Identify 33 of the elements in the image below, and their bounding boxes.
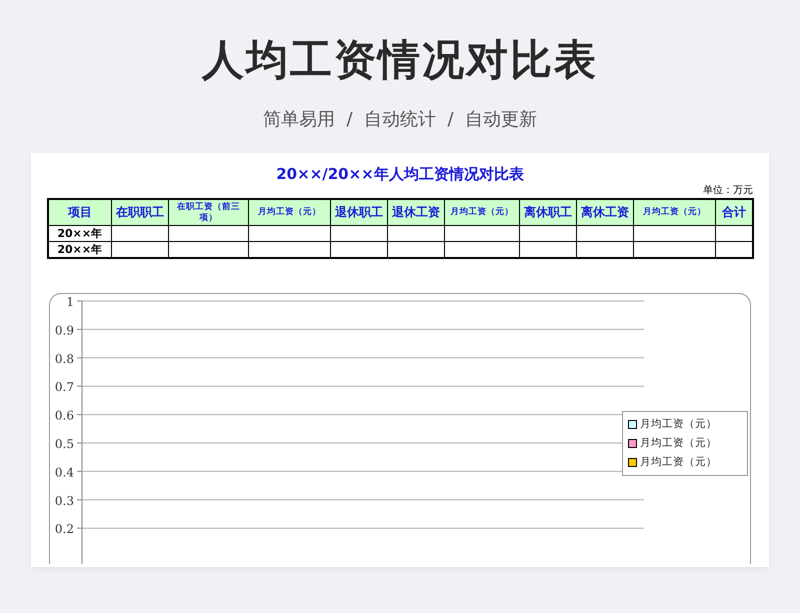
header-cell: 月均工资（元） — [634, 199, 716, 226]
table-cell — [388, 226, 444, 242]
header-cell: 离休工资 — [576, 199, 634, 226]
row-label-cell: 20××年 — [48, 226, 112, 242]
page-subtitle: 简单易用 / 自动统计 / 自动更新 — [263, 108, 537, 132]
table-cell — [520, 226, 576, 242]
y-tick-label: 0.7 — [54, 380, 74, 394]
page-title: 人均工资情况对比表 — [202, 34, 598, 86]
y-tick-label: 0.8 — [54, 352, 74, 366]
header-cell: 合计 — [716, 199, 752, 226]
header-cell: 项目 — [48, 199, 112, 226]
table-cell — [576, 226, 634, 242]
header-cell: 月均工资（元） — [248, 199, 330, 226]
y-tick-label: 0.5 — [54, 437, 74, 451]
header-cell: 在职工资（前三项） — [168, 199, 248, 226]
y-tick-label: 0.3 — [54, 494, 74, 508]
y-tick-label: 1 — [66, 295, 74, 309]
header-cell: 在职职工 — [112, 199, 168, 226]
unit-label: 单位：万元 — [703, 184, 753, 198]
header-cell: 退休职工 — [330, 199, 388, 226]
y-tick-label: 0.6 — [54, 408, 74, 423]
header-cell: 退休工资 — [388, 199, 444, 226]
header-cell: 月均工资（元） — [444, 199, 520, 226]
table-cell — [330, 226, 388, 242]
sheet-title: 20××/20××年人均工资情况对比表 — [276, 164, 524, 184]
table-cell — [112, 226, 168, 242]
y-tick-label: 0.9 — [54, 323, 74, 338]
legend-label: 月均工资（元） — [640, 417, 717, 432]
y-tick-label: 0.2 — [54, 522, 74, 536]
legend-label: 月均工资（元） — [640, 436, 717, 451]
y-tick-label: 0.4 — [54, 465, 74, 480]
legend-label: 月均工资（元） — [640, 455, 717, 470]
header-cell: 离休职工 — [520, 199, 576, 226]
